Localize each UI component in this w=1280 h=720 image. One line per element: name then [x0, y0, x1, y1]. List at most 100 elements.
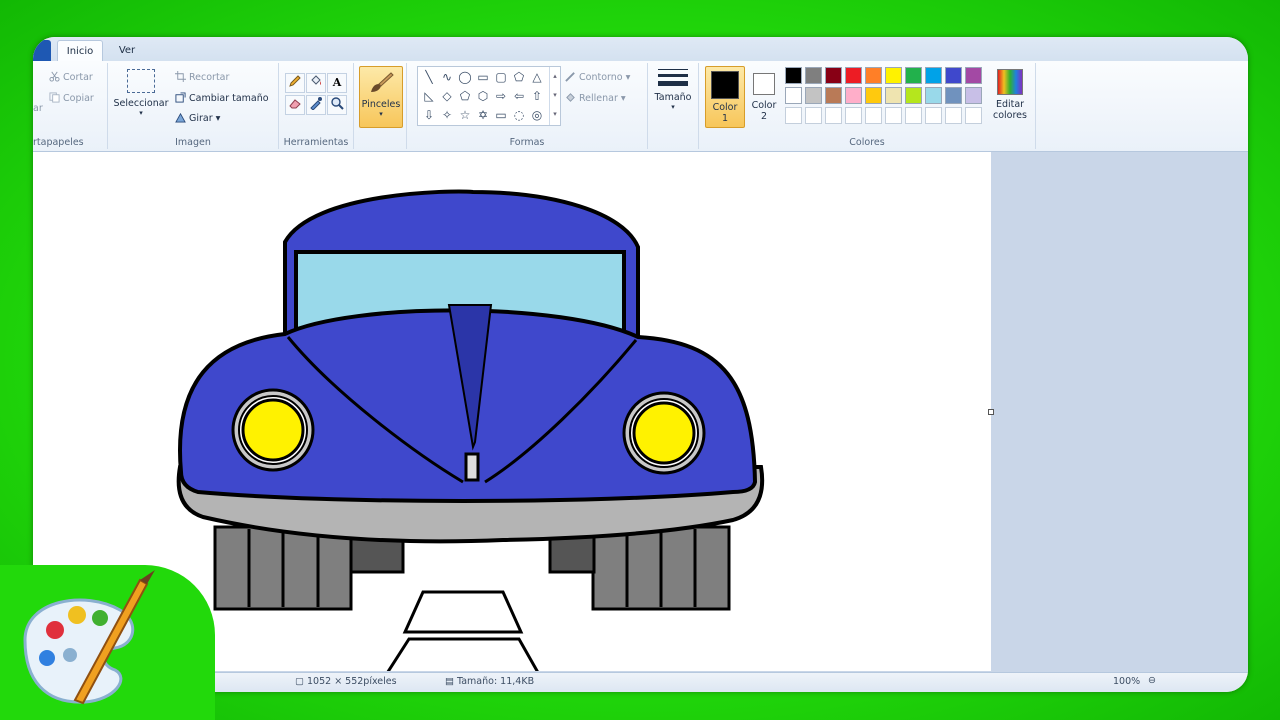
rotate-icon: [175, 112, 186, 123]
color-swatch[interactable]: [945, 87, 962, 104]
color-swatch[interactable]: [785, 87, 802, 104]
colors-group-label: Colores: [849, 137, 885, 148]
shape-option[interactable]: ∿: [438, 68, 456, 86]
color-swatch[interactable]: [865, 67, 882, 84]
magnifier-tool[interactable]: [327, 95, 347, 115]
brushes-button[interactable]: Pinceles ▾: [359, 66, 403, 128]
color-swatch[interactable]: [785, 67, 802, 84]
zoom-out-icon[interactable]: ⊖: [1148, 675, 1156, 686]
file-menu-button[interactable]: [33, 40, 51, 61]
line-size-icon: [658, 69, 688, 86]
color-swatch[interactable]: [965, 87, 982, 104]
color-swatch[interactable]: [845, 107, 862, 124]
clipboard-group: ar Cortar Copiar rtapapeles: [33, 63, 108, 149]
chevron-down-icon: ▾: [215, 113, 221, 124]
color-swatch[interactable]: [905, 67, 922, 84]
shapes-gallery: ╲ ∿ ◯ ▭ ▢ ⬠ △ ◺ ◇ ⬠ ⬡ ⇨ ⇦ ⇧ ⇩ ✧ ☆ ✡ ▭ ◌ ◎ ▴ ▾ ▾: [417, 66, 561, 126]
shapes-scrollbar[interactable]: ▴ ▾ ▾: [549, 67, 560, 125]
shape-option[interactable]: ◯: [456, 68, 474, 86]
fill-button[interactable]: Rellenar ▾: [565, 92, 626, 104]
color2-swatch: [753, 73, 775, 95]
color-swatch[interactable]: [845, 67, 862, 84]
shape-option[interactable]: ◌: [510, 106, 528, 124]
paste-label-partial: ar: [33, 103, 43, 114]
shape-option[interactable]: ◇: [438, 87, 456, 105]
color-swatch[interactable]: [825, 87, 842, 104]
resize-label: Cambiar tamaño: [189, 93, 269, 104]
shape-option[interactable]: ⬠: [510, 68, 528, 86]
cut-button[interactable]: Cortar: [49, 71, 93, 83]
fill-icon: [566, 93, 575, 102]
shape-option[interactable]: ✧: [438, 106, 456, 124]
color-swatch[interactable]: [865, 87, 882, 104]
edit-colors-button[interactable]: Editar colores: [989, 67, 1031, 121]
copy-button[interactable]: Copiar: [49, 92, 94, 104]
tab-inicio[interactable]: Inicio: [57, 40, 103, 62]
color-swatch[interactable]: [825, 107, 842, 124]
shape-option[interactable]: ╲: [420, 68, 438, 86]
shape-option[interactable]: ▭: [492, 106, 510, 124]
color-swatch[interactable]: [945, 67, 962, 84]
fill-tool[interactable]: [306, 73, 326, 93]
color-swatch[interactable]: [905, 107, 922, 124]
shape-option[interactable]: ⬡: [474, 87, 492, 105]
pencil-tool[interactable]: [285, 73, 305, 93]
canvas-dimensions: ▢ 1052 × 552píxeles: [295, 676, 397, 687]
shape-option[interactable]: ▢: [492, 68, 510, 86]
crop-icon: [175, 71, 186, 82]
clipboard-group-label: rtapapeles: [33, 137, 84, 148]
color-swatch[interactable]: [965, 107, 982, 124]
color1-number: 1: [721, 113, 729, 124]
color-swatch[interactable]: [945, 107, 962, 124]
color-swatch[interactable]: [885, 107, 902, 124]
eraser-tool[interactable]: [285, 95, 305, 115]
color-swatch[interactable]: [805, 87, 822, 104]
tab-ver[interactable]: Ver: [109, 40, 145, 61]
color1-button[interactable]: Color 1: [705, 66, 745, 128]
paint-logo-corner: [0, 565, 215, 720]
color1-swatch: [711, 71, 739, 99]
shape-option[interactable]: △: [528, 68, 546, 86]
color-swatch[interactable]: [925, 67, 942, 84]
left-tire: [213, 525, 353, 611]
shape-option[interactable]: ⇨: [492, 87, 510, 105]
paint-window: Inicio Ver ar Cortar Copiar rtapapeles S…: [33, 37, 1248, 692]
shape-option[interactable]: ◺: [420, 87, 438, 105]
color-swatch[interactable]: [845, 87, 862, 104]
shape-option[interactable]: ⇩: [420, 106, 438, 124]
color-swatch[interactable]: [885, 67, 902, 84]
color-swatch[interactable]: [885, 87, 902, 104]
chevron-down-icon: ▾: [671, 103, 675, 111]
shape-option[interactable]: ⬠: [456, 87, 474, 105]
color-swatch[interactable]: [825, 67, 842, 84]
color-swatch[interactable]: [785, 107, 802, 124]
shape-option[interactable]: ▭: [474, 68, 492, 86]
shape-option[interactable]: ◎: [528, 106, 546, 124]
select-button[interactable]: Seleccionar ▾: [112, 69, 170, 117]
color-swatch[interactable]: [925, 107, 942, 124]
outline-icon: [565, 72, 575, 82]
color-swatch[interactable]: [805, 67, 822, 84]
color-swatch[interactable]: [865, 107, 882, 124]
color-swatch[interactable]: [805, 107, 822, 124]
ribbon-tab-row: Inicio Ver: [33, 37, 1248, 62]
color-swatch[interactable]: [965, 67, 982, 84]
scissors-icon: [49, 71, 60, 82]
color-swatch[interactable]: [925, 87, 942, 104]
shape-option[interactable]: ✡: [474, 106, 492, 124]
edit-colors-label-2: colores: [993, 110, 1027, 121]
resize-button[interactable]: Cambiar tamaño: [175, 92, 269, 104]
color-swatch[interactable]: [905, 87, 922, 104]
edit-colors-label-1: Editar: [995, 99, 1025, 110]
size-button[interactable]: Tamaño ▾: [650, 69, 696, 111]
crop-button[interactable]: Recortar: [175, 71, 229, 83]
text-tool[interactable]: A: [327, 73, 347, 93]
outline-button[interactable]: Contorno ▾: [565, 71, 630, 83]
color2-button[interactable]: Color 2: [747, 66, 781, 126]
canvas-resize-handle[interactable]: [988, 409, 994, 415]
rotate-button[interactable]: Girar ▾: [175, 112, 220, 124]
shape-option[interactable]: ⇦: [510, 87, 528, 105]
color-picker-tool[interactable]: [306, 95, 326, 115]
shape-option[interactable]: ⇧: [528, 87, 546, 105]
shape-option[interactable]: ☆: [456, 106, 474, 124]
